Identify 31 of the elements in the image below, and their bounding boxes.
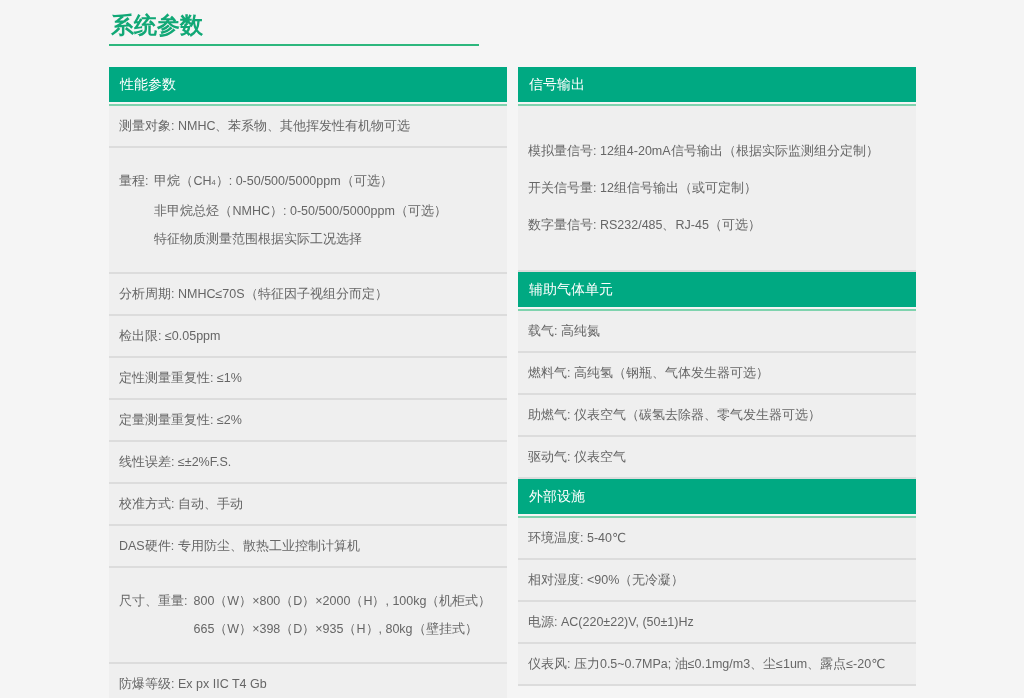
param-text: DAS硬件: 专用防尘、散热工业控制计算机: [119, 537, 360, 555]
param-text: 驱动气: 仪表空气: [528, 448, 626, 466]
section-header: 辅助气体单元: [518, 272, 916, 307]
param-text: 助燃气: 仪表空气（碳氢去除器、零气发生器可选）: [528, 406, 821, 424]
param-text: 特征物质测量范围根据实际工况选择: [154, 231, 364, 248]
param-text: 开关信号量: 12组信号输出（或可定制）: [528, 180, 758, 197]
param-text: 相对湿度: <90%（无冷凝）: [528, 571, 685, 589]
param-text: 燃料气: 高纯氢（钢瓶、气体发生器可选）: [528, 364, 769, 382]
param-text: 环境温度: 5-40℃: [528, 529, 626, 547]
param-text: 测量对象: NMHC、苯系物、其他挥发性有机物可选: [119, 117, 411, 135]
section-header: 外部设施: [518, 479, 916, 514]
param-text: 定量测量重复性: ≤2%: [119, 411, 242, 429]
section-header: 性能参数: [109, 67, 507, 102]
page-title: 系统参数: [111, 11, 204, 40]
param-text: 载气: 高纯氮: [528, 322, 600, 340]
param-text: 线性误差: ≤±2%F.S.: [119, 453, 232, 471]
param-text: 非甲烷总烃（NMHC）: 0-50/500/5000ppm（可选）: [154, 203, 447, 220]
section-header: 信号输出: [518, 67, 916, 102]
param-text: 800（W）×800（D）×2000（H）, 100kg（机柜式）: [193, 593, 492, 610]
param-text: 电源: AC(220±22)V, (50±1)Hz: [528, 613, 694, 631]
param-text: 665（W）×398（D）×935（H）, 80kg（壁挂式）: [193, 621, 479, 638]
param-text: 分析周期: NMHC≤70S（特征因子视组分而定）: [119, 285, 388, 303]
param-text: 校准方式: 自动、手动: [119, 495, 243, 513]
param-text: 定性测量重复性: ≤1%: [119, 369, 242, 387]
param-text: 数字量信号: RS232/485、RJ-45（可选）: [528, 217, 762, 234]
param-text: 仪表风: 压力0.5~0.7MPa; 油≤0.1mg/m3、尘≤1um、露点≤-20℃: [528, 655, 886, 673]
param-text: 模拟量信号: 12组4-20mA信号输出（根据实际监测组分定制）: [528, 143, 879, 160]
param-text: 检出限: ≤0.05ppm: [119, 327, 221, 345]
param-text: 防爆等级: Ex px IIC T4 Gb: [119, 675, 267, 693]
param-label: 量程:: [119, 173, 149, 190]
param-label: 尺寸、重量:: [119, 593, 188, 610]
